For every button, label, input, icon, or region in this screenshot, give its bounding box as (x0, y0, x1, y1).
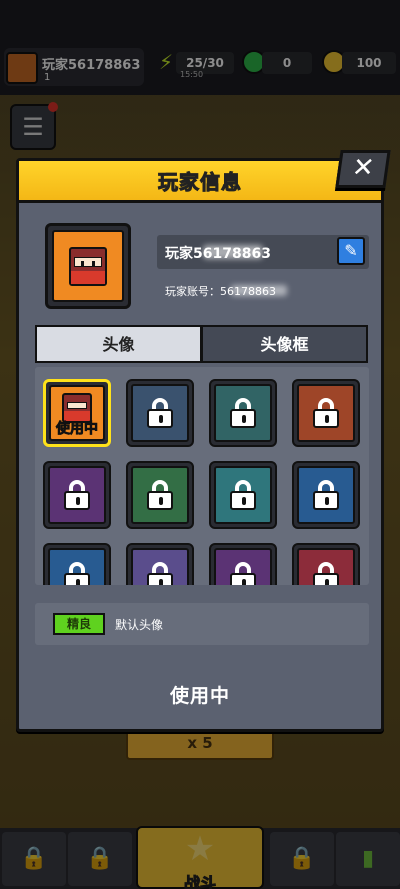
lock-icon (147, 480, 173, 510)
lock-icon (147, 562, 173, 585)
avatar-option-9[interactable] (43, 543, 111, 585)
avatar-option-3[interactable] (209, 379, 277, 447)
lock-icon (230, 398, 256, 428)
lock-icon (313, 480, 339, 510)
lock-icon (147, 398, 173, 428)
lock-icon (313, 398, 339, 428)
hero-face (68, 246, 108, 287)
avatar-tabs: 头像 头像框 (35, 325, 369, 363)
avatar-option-8[interactable] (292, 461, 360, 529)
avatar-option-2[interactable] (126, 379, 194, 447)
tab-avatar[interactable]: 头像 (35, 325, 202, 363)
avatar-option-1[interactable]: 使用中 (43, 379, 111, 447)
lock-icon (64, 480, 90, 510)
account-redaction (231, 285, 287, 296)
tab-avatar-frame[interactable]: 头像框 (201, 325, 368, 363)
lock-icon (230, 562, 256, 585)
avatar-option-5[interactable] (43, 461, 111, 529)
dialog-title: 玩家信息 (158, 170, 242, 195)
avatar-description: 默认头像 (115, 618, 164, 632)
profile-avatar-art (52, 230, 124, 302)
player-info-dialog: 玩家信息 玩家56178863 ✎ 玩家账号：56178863 头像 头像框 (16, 158, 384, 732)
avatar-option-10[interactable] (126, 543, 194, 585)
dialog-header: 玩家信息 (19, 161, 381, 203)
avatar-option-6[interactable] (126, 461, 194, 529)
avatar-art: 使用中 (49, 385, 105, 441)
avatar-option-11[interactable] (209, 543, 277, 585)
in-use-badge: 使用中 (56, 421, 99, 438)
rarity-badge: 精良 (53, 613, 105, 635)
equip-status-button[interactable]: 使用中 (19, 681, 381, 708)
close-icon: ✕ (350, 153, 377, 183)
lock-icon (230, 480, 256, 510)
pencil-icon: ✎ (344, 241, 358, 260)
avatar-option-12[interactable] (292, 543, 360, 585)
avatar-info-row: 精良 默认头像 (35, 603, 369, 645)
avatar-option-7[interactable] (209, 461, 277, 529)
lock-icon (313, 562, 339, 585)
lock-icon (64, 562, 90, 585)
edit-name-button[interactable]: ✎ (337, 237, 365, 265)
name-redaction (203, 245, 263, 259)
avatar-option-4[interactable] (292, 379, 360, 447)
close-button[interactable]: ✕ (335, 150, 391, 188)
profile-avatar (45, 223, 131, 309)
avatar-grid: 使用中 (35, 367, 369, 585)
